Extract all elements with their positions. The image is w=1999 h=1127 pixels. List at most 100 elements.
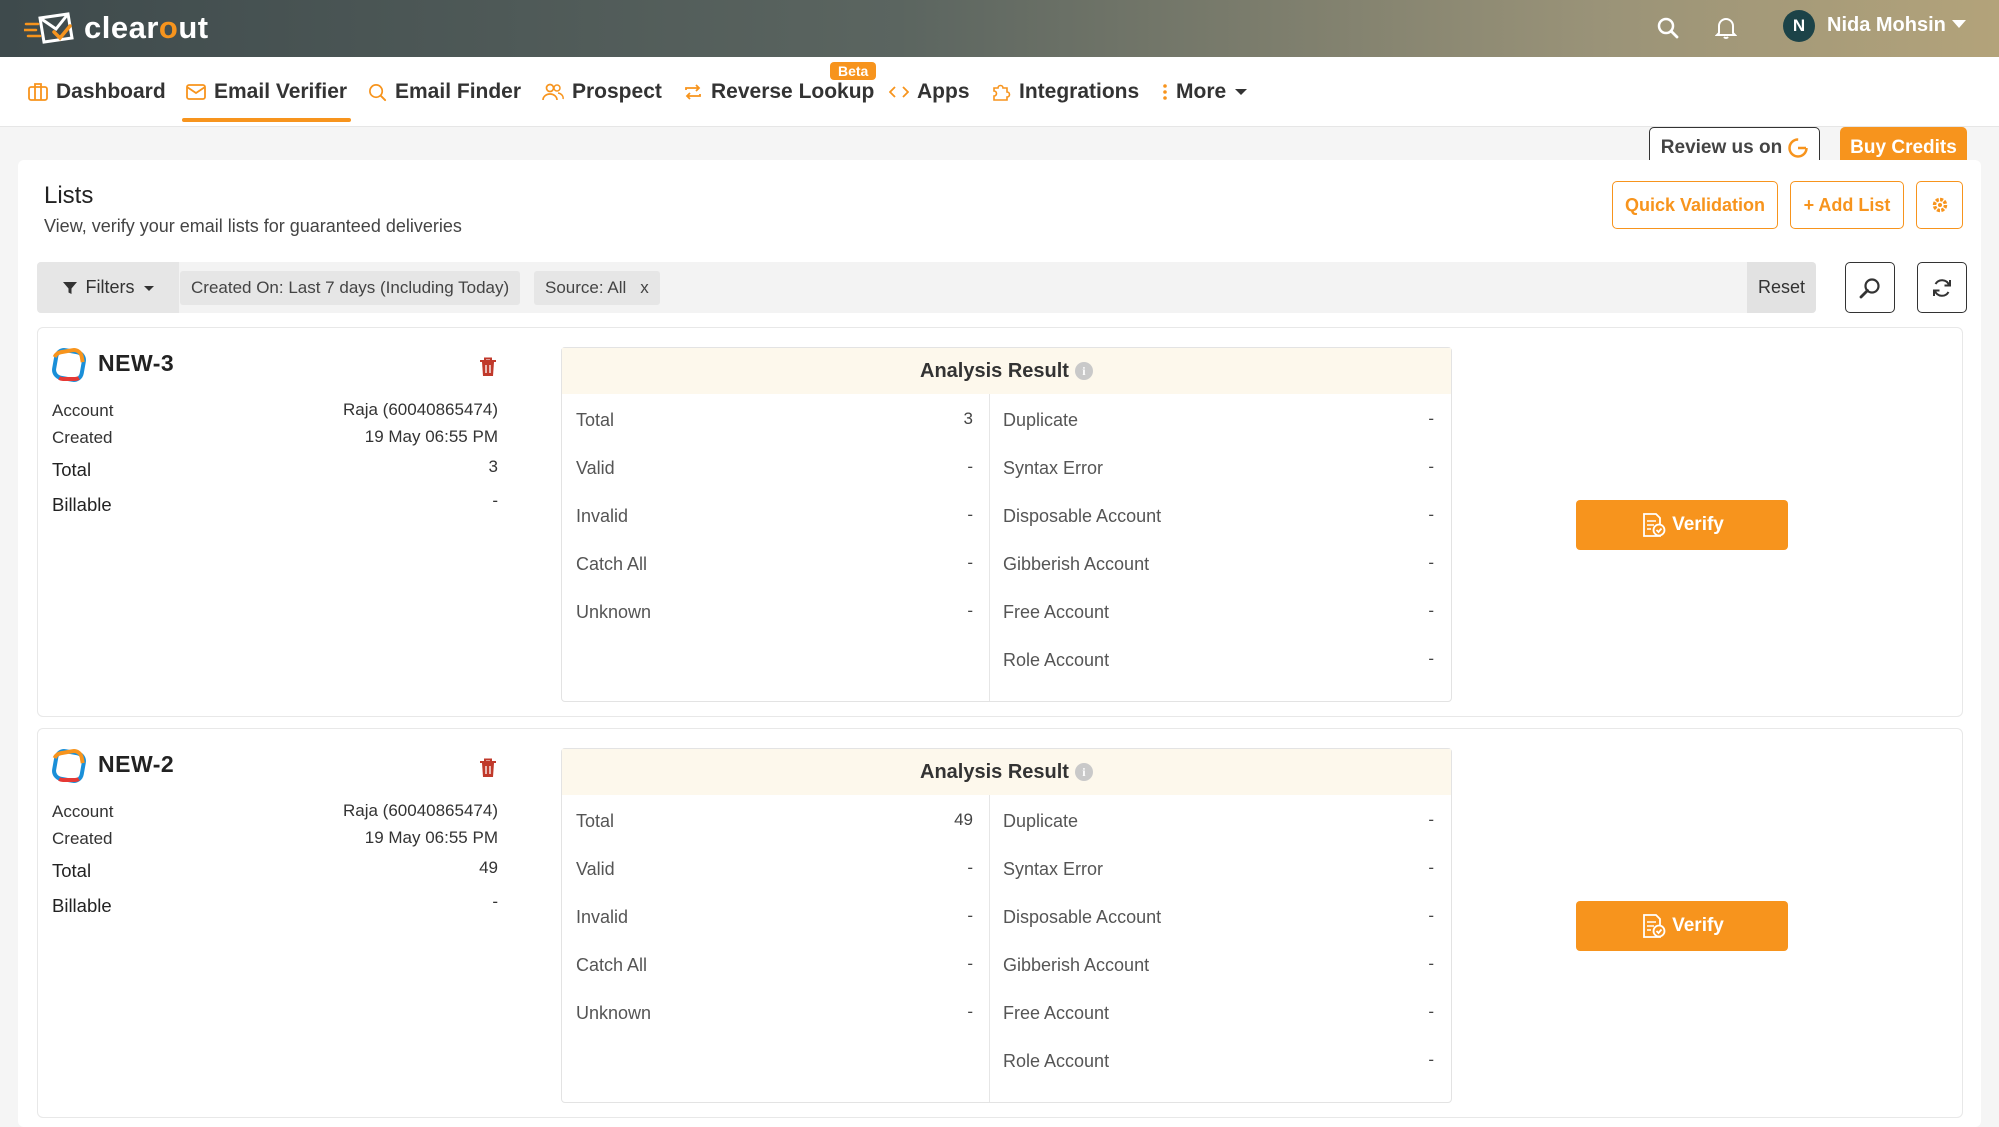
metric-value: - <box>1428 601 1434 620</box>
analysis-result-header: Analysis Result i <box>562 749 1451 795</box>
more-dots-icon <box>1163 84 1167 100</box>
envelope-icon <box>186 84 206 100</box>
metric-label: Free Account <box>1003 602 1110 622</box>
list-name[interactable]: NEW-2 <box>98 751 174 778</box>
add-list-button[interactable]: + Add List <box>1790 181 1904 229</box>
nav-integrations[interactable]: Integrations <box>991 57 1139 127</box>
metric-value: - <box>1428 858 1434 877</box>
analysis-result: Analysis Result i Total 3 Valid - Invali… <box>561 347 1452 702</box>
metric-value: - <box>1428 810 1434 829</box>
search-icon <box>1859 277 1880 298</box>
nav-prospect[interactable]: Prospect <box>542 57 662 127</box>
total-value: 3 <box>488 457 498 476</box>
created-label: Created <box>52 829 113 848</box>
metric-value: - <box>967 553 973 572</box>
metric-label: Valid <box>576 458 615 478</box>
nav-apps[interactable]: Apps <box>889 57 970 127</box>
chevron-down-icon <box>143 285 154 291</box>
filter-chip-created[interactable]: Created On: Last 7 days (Including Today… <box>180 271 521 305</box>
created-label: Created <box>52 428 113 447</box>
metric-value: - <box>967 954 973 973</box>
user-name[interactable]: Nida Mohsin <box>1827 14 1946 37</box>
metric-label: Valid <box>576 859 615 879</box>
billable-value: - <box>492 491 498 510</box>
metric-label: Disposable Account <box>1003 907 1162 927</box>
list-card: NEW-2 Account Raja (60040865474) Created… <box>37 728 1963 1118</box>
metric-label: Catch All <box>576 554 648 574</box>
bell-icon[interactable] <box>1710 12 1742 44</box>
settings-button[interactable] <box>1916 181 1963 229</box>
metric-value: - <box>967 1002 973 1021</box>
metric-value: - <box>1428 649 1434 668</box>
metric-label: Total <box>576 811 615 831</box>
nav-email-finder[interactable]: Email Finder <box>368 57 521 127</box>
metric-value: - <box>1428 553 1434 572</box>
avatar[interactable]: N <box>1783 10 1815 42</box>
metric-label: Disposable Account <box>1003 506 1162 526</box>
list-logo-icon <box>52 348 86 382</box>
analysis-result-header: Analysis Result i <box>562 348 1451 394</box>
billable-label: Billable <box>52 895 112 916</box>
metric-value: - <box>967 457 973 476</box>
account-label: Account <box>52 401 114 420</box>
chevron-down-icon <box>1235 89 1248 95</box>
total-label: Total <box>52 860 92 881</box>
metric-value: - <box>967 505 973 524</box>
reset-button[interactable]: Reset <box>1747 262 1816 313</box>
nav-email-verifier[interactable]: Email Verifier <box>182 57 352 127</box>
metric-value: - <box>967 906 973 925</box>
metric-label: Unknown <box>576 602 652 622</box>
column-divider <box>989 394 990 701</box>
created-value: 19 May 06:55 PM <box>364 828 498 847</box>
quick-validation-button[interactable]: Quick Validation <box>1612 181 1778 229</box>
trash-icon[interactable] <box>479 357 497 377</box>
verify-button[interactable]: Verify <box>1576 901 1788 951</box>
metric-label: Total <box>576 410 615 430</box>
verify-button[interactable]: Verify <box>1576 500 1788 550</box>
billable-value: - <box>492 892 498 911</box>
metric-value: - <box>1428 954 1434 973</box>
gear-icon <box>1932 197 1947 213</box>
account-label: Account <box>52 802 114 821</box>
metric-value: - <box>1428 906 1434 925</box>
column-divider <box>989 795 990 1102</box>
remove-filter-button[interactable]: x <box>640 278 649 298</box>
list-name[interactable]: NEW-3 <box>98 350 174 377</box>
clearout-logo[interactable]: clearout <box>24 6 209 50</box>
refresh-button[interactable] <box>1917 262 1967 313</box>
search-button[interactable] <box>1845 262 1895 313</box>
info-icon[interactable]: i <box>1074 763 1093 781</box>
filter-chip-source[interactable]: Source: All x <box>534 271 660 305</box>
verify-doc-icon <box>1643 513 1666 537</box>
metric-label: Gibberish Account <box>1003 955 1150 975</box>
code-icon <box>889 86 909 98</box>
metric-label: Duplicate <box>1003 410 1079 430</box>
search-icon[interactable] <box>1652 12 1684 44</box>
reverse-arrows-icon <box>685 84 701 100</box>
metric-label: Role Account <box>1003 650 1110 670</box>
created-value: 19 May 06:55 PM <box>364 427 498 446</box>
nav-dashboard[interactable]: Dashboard <box>28 57 166 127</box>
metric-label: Invalid <box>576 506 629 526</box>
puzzle-icon <box>993 84 1011 101</box>
refresh-icon <box>1933 278 1951 297</box>
brand-name: clearout <box>84 10 209 45</box>
filters-dropdown[interactable]: Filters <box>37 262 179 313</box>
metric-value: - <box>1428 409 1434 428</box>
info-icon[interactable]: i <box>1074 362 1093 380</box>
metric-value: - <box>1428 1002 1434 1021</box>
metric-value: - <box>967 601 973 620</box>
analysis-result: Analysis Result i Total 49 Valid - Inval… <box>561 748 1452 1103</box>
page-subtitle: View, verify your email lists for guaran… <box>44 216 462 236</box>
filter-icon <box>62 281 77 294</box>
beta-badge: Beta <box>830 62 877 80</box>
metric-label: Role Account <box>1003 1051 1110 1071</box>
metric-label: Duplicate <box>1003 811 1079 831</box>
trash-icon[interactable] <box>479 758 497 778</box>
metric-label: Unknown <box>576 1003 652 1023</box>
metric-label: Catch All <box>576 955 648 975</box>
verify-doc-icon <box>1643 914 1666 938</box>
metric-value: - <box>1428 505 1434 524</box>
nav-more[interactable]: More <box>1162 57 1248 127</box>
chevron-down-icon[interactable] <box>1952 20 1966 28</box>
